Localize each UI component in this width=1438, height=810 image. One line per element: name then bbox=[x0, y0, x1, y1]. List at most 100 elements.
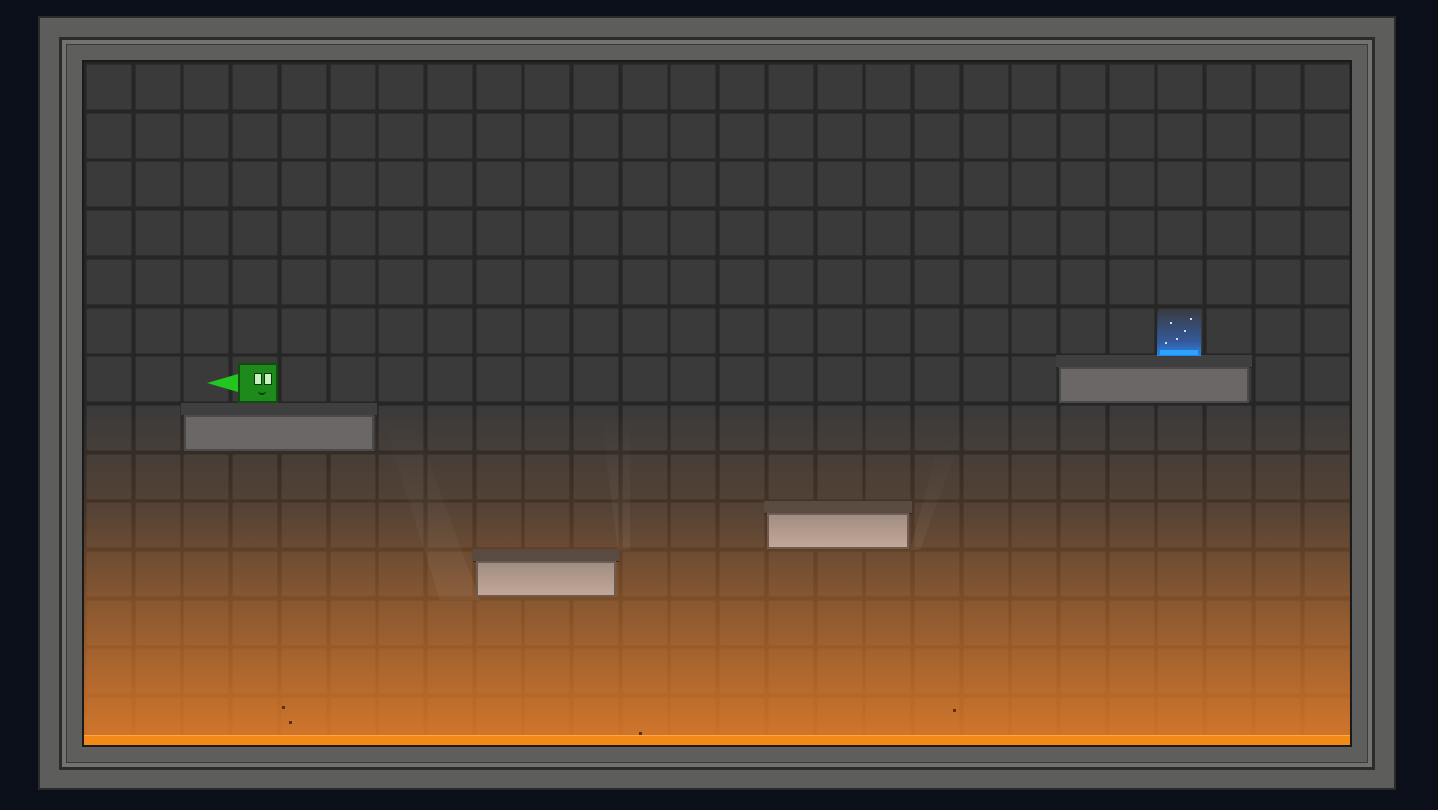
background-tile bbox=[475, 307, 522, 354]
background-tile bbox=[767, 64, 814, 110]
lava-ember bbox=[953, 709, 956, 712]
background-tile bbox=[1060, 453, 1106, 500]
background-tile bbox=[378, 404, 425, 451]
background-tile bbox=[378, 161, 425, 208]
background-tile bbox=[816, 356, 863, 403]
background-tile bbox=[134, 502, 181, 549]
background-tile bbox=[1254, 648, 1301, 695]
goal-portal[interactable] bbox=[1157, 308, 1201, 356]
background-tile bbox=[426, 258, 473, 305]
background-tile bbox=[719, 356, 766, 403]
background-tile bbox=[475, 599, 522, 646]
background-tile bbox=[183, 307, 230, 354]
background-tile bbox=[865, 210, 912, 257]
background-tile bbox=[1303, 307, 1350, 354]
platform-start[interactable] bbox=[181, 403, 377, 451]
background-tile bbox=[1108, 648, 1155, 695]
background-tile bbox=[1011, 258, 1058, 305]
background-tile bbox=[329, 64, 376, 110]
background-tile bbox=[913, 112, 960, 159]
background-tile bbox=[1254, 161, 1301, 208]
background-tile bbox=[475, 210, 522, 257]
background-tile bbox=[475, 258, 522, 305]
background-tile bbox=[1108, 404, 1155, 451]
background-tile bbox=[1108, 210, 1155, 257]
background-tile bbox=[670, 210, 717, 257]
background-tile bbox=[134, 64, 181, 110]
platform-goal[interactable] bbox=[1056, 355, 1252, 403]
background-tile bbox=[134, 551, 181, 597]
background-tile bbox=[865, 64, 912, 110]
background-tile bbox=[183, 502, 230, 549]
background-tile bbox=[1303, 404, 1350, 451]
background-tile bbox=[719, 648, 766, 695]
background-tile bbox=[1011, 356, 1058, 403]
background-tile bbox=[670, 502, 717, 549]
background-tile bbox=[865, 161, 912, 208]
background-tile bbox=[183, 551, 230, 597]
background-tile bbox=[1206, 453, 1253, 500]
background-tile bbox=[719, 64, 766, 110]
background-tile bbox=[134, 356, 181, 403]
goal-portal-base bbox=[1160, 350, 1198, 355]
background-tile bbox=[426, 648, 473, 695]
background-tile bbox=[1303, 112, 1350, 159]
background-tile bbox=[232, 502, 279, 549]
background-tile bbox=[183, 64, 230, 110]
background-tile bbox=[378, 551, 425, 597]
background-tile bbox=[232, 453, 279, 500]
background-tile bbox=[426, 599, 473, 646]
background-tile bbox=[670, 551, 717, 597]
background-tile bbox=[183, 648, 230, 695]
portal-spark bbox=[1165, 342, 1167, 344]
background-tile bbox=[1157, 648, 1204, 695]
background-tile bbox=[865, 112, 912, 159]
background-tile bbox=[621, 502, 668, 549]
background-tile bbox=[232, 258, 279, 305]
background-tile bbox=[573, 599, 619, 646]
background-tile bbox=[280, 161, 327, 208]
background-tile bbox=[913, 502, 960, 549]
background-tile bbox=[1011, 307, 1058, 354]
background-tile bbox=[329, 648, 376, 695]
background-tile bbox=[1254, 453, 1301, 500]
background-tile bbox=[670, 599, 717, 646]
player-eye bbox=[264, 373, 272, 385]
background-tile bbox=[86, 551, 132, 597]
background-tile bbox=[183, 599, 230, 646]
background-tile bbox=[573, 502, 619, 549]
background-tile bbox=[1206, 161, 1253, 208]
background-tile bbox=[621, 161, 668, 208]
background-tile bbox=[865, 356, 912, 403]
platform-mid[interactable] bbox=[764, 501, 912, 549]
background-tile bbox=[1303, 356, 1350, 403]
background-tile bbox=[865, 599, 912, 646]
background-tile bbox=[670, 64, 717, 110]
platform-low[interactable] bbox=[473, 549, 619, 597]
background-tile bbox=[1108, 258, 1155, 305]
background-tile bbox=[232, 599, 279, 646]
player-cube[interactable] bbox=[238, 363, 278, 403]
background-tile bbox=[1108, 64, 1155, 110]
background-tile bbox=[1011, 648, 1058, 695]
background-tile bbox=[913, 356, 960, 403]
background-tile bbox=[280, 599, 327, 646]
background-tile bbox=[962, 502, 1009, 549]
background-tile bbox=[1206, 64, 1253, 110]
background-tile bbox=[621, 64, 668, 110]
platform-body bbox=[476, 561, 616, 597]
background-tile bbox=[816, 599, 863, 646]
background-tile bbox=[573, 404, 619, 451]
background-tile bbox=[719, 502, 766, 549]
background-tile bbox=[1254, 258, 1301, 305]
background-tile bbox=[670, 648, 717, 695]
background-tile bbox=[621, 210, 668, 257]
background-tile bbox=[573, 112, 619, 159]
background-tile bbox=[913, 404, 960, 451]
background-tile bbox=[183, 161, 230, 208]
background-tile bbox=[280, 307, 327, 354]
background-tile bbox=[280, 258, 327, 305]
background-tile bbox=[1060, 648, 1106, 695]
background-tile bbox=[573, 258, 619, 305]
background-tile bbox=[1254, 551, 1301, 597]
